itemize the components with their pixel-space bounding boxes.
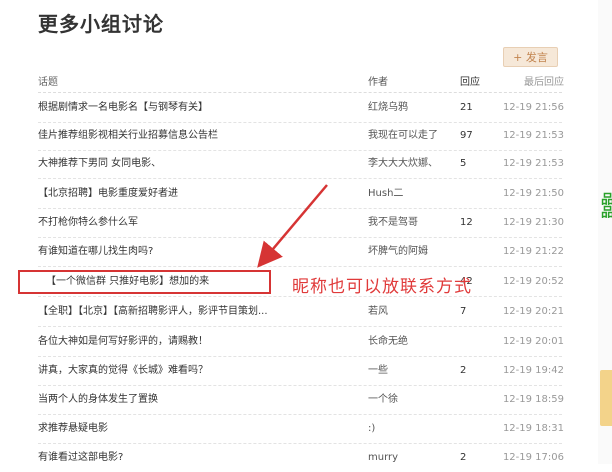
annotation-text: 昵称也可以放联系方式 [292,277,472,297]
side-green-text: 品品 [598,192,612,218]
annotation-arrow [257,184,328,268]
side-image [600,370,612,426]
